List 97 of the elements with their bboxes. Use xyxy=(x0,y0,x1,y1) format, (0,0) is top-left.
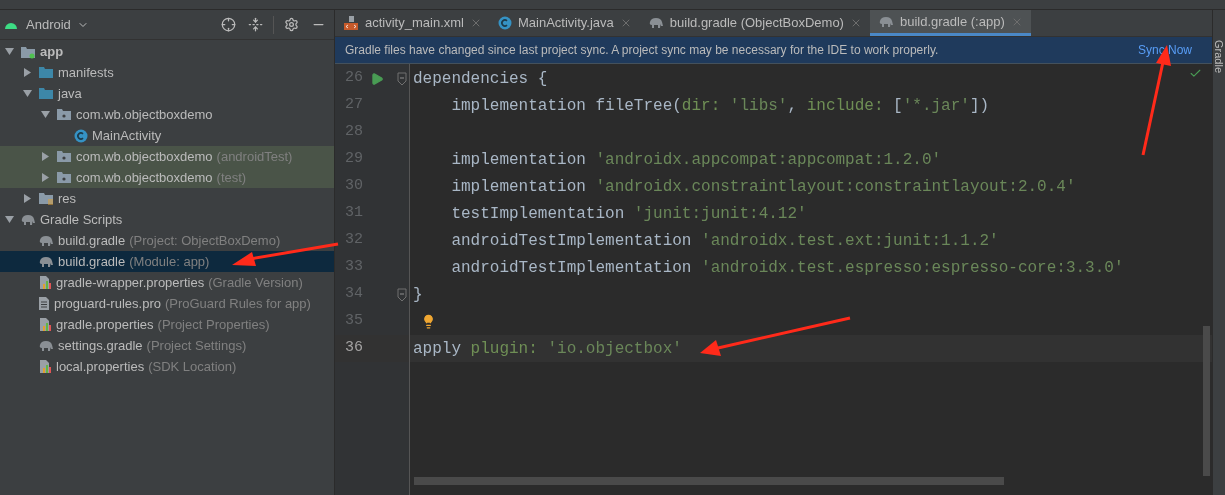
code-line: implementation 'androidx.appcompat:appcompat:1.2.0' xyxy=(450,149,942,171)
code-line: implementation fileTree(dir: 'libs', include: ['*.jar']) xyxy=(450,95,990,117)
tree-item[interactable]: java xyxy=(0,83,334,104)
properties-file-icon xyxy=(38,359,52,374)
banner-message: Gradle files have changed since last project sync. A project sync may be necessary for the IDE to work properly. xyxy=(345,42,939,59)
item-hint: (Module: app) xyxy=(129,252,210,271)
tree-item[interactable]: com.wb.objectboxdemo xyxy=(0,104,334,125)
item-hint: (Project: ObjectBoxDemo) xyxy=(129,231,281,250)
collapsed-arrow-icon[interactable] xyxy=(22,194,32,203)
item-label: Gradle Scripts xyxy=(40,210,123,229)
package-folder-icon xyxy=(56,150,72,163)
tree-item[interactable]: build.gradle (Project: ObjectBoxDemo) xyxy=(0,230,334,251)
resource-folder-icon xyxy=(38,191,54,206)
fold-marker-icon[interactable] xyxy=(397,71,407,86)
item-label: app xyxy=(40,42,64,61)
line-number: 36 xyxy=(344,338,363,359)
code-line: apply plugin: 'io.objectbox' xyxy=(413,338,682,360)
module-folder-icon xyxy=(20,44,36,59)
lightbulb-icon[interactable] xyxy=(421,314,436,329)
elephant-icon xyxy=(38,234,54,247)
item-label: com.wb.objectboxdemo xyxy=(76,105,213,124)
item-label: java xyxy=(58,84,82,103)
collapse-all-icon[interactable] xyxy=(248,17,263,32)
tree-item[interactable]: manifests xyxy=(0,62,334,83)
tree-item[interactable]: proguard-rules.pro (ProGuard Rules for app) xyxy=(0,293,334,314)
elephant-icon xyxy=(877,15,894,28)
settings-icon[interactable] xyxy=(284,17,299,32)
folder-icon xyxy=(38,66,54,79)
folder-icon xyxy=(38,87,54,100)
item-label: gradle.properties xyxy=(56,315,154,334)
check-icon xyxy=(1189,67,1202,80)
layout-file-icon xyxy=(343,15,359,31)
fold-marker-icon[interactable] xyxy=(397,287,407,302)
tree-item[interactable]: build.gradle (Module: app) xyxy=(0,251,334,272)
tree-item[interactable]: MainActivity xyxy=(0,125,334,146)
editor-tab[interactable]: MainActivity.java xyxy=(489,10,640,36)
package-folder-icon xyxy=(56,108,72,121)
class-icon xyxy=(497,16,512,30)
tree-item[interactable]: com.wb.objectboxdemo (test) xyxy=(0,167,334,188)
item-label: MainActivity xyxy=(92,126,162,145)
tree-item[interactable]: com.wb.objectboxdemo (androidTest) xyxy=(0,146,334,167)
code-line: implementation 'androidx.constraintlayout:constraintlayout:2.0.4' xyxy=(450,176,1076,198)
sync-now-link[interactable]: Sync Now xyxy=(1137,41,1192,59)
item-label: proguard-rules.pro xyxy=(54,294,161,313)
expanded-arrow-icon[interactable] xyxy=(40,110,50,119)
item-hint: (SDK Location) xyxy=(148,357,237,376)
code-line: dependencies { xyxy=(413,68,548,90)
item-label: local.properties xyxy=(56,357,145,376)
item-label: res xyxy=(58,189,77,208)
item-label: build.gradle xyxy=(58,231,126,250)
item-label: settings.gradle xyxy=(58,336,143,355)
item-hint: (androidTest) xyxy=(216,147,293,166)
properties-file-icon xyxy=(38,317,52,332)
tree-item[interactable]: Gradle Scripts xyxy=(0,209,334,230)
collapsed-arrow-icon[interactable] xyxy=(40,173,50,182)
item-hint: (test) xyxy=(216,168,247,187)
item-hint: (Project Settings) xyxy=(146,336,247,355)
tree-item[interactable]: gradle-wrapper.properties (Gradle Version) xyxy=(0,272,334,293)
expanded-arrow-icon[interactable] xyxy=(4,215,14,224)
item-label: com.wb.objectboxdemo xyxy=(76,168,213,187)
editor-tab[interactable]: build.gradle (:app) xyxy=(869,10,1031,36)
code-line: } xyxy=(413,284,423,306)
elephant-icon xyxy=(20,213,36,226)
item-label: build.gradle xyxy=(58,252,126,271)
elephant-icon xyxy=(38,339,54,352)
file-icon xyxy=(38,296,50,311)
tree-item[interactable]: gradle.properties (Project Properties) xyxy=(0,314,334,335)
locate-icon[interactable] xyxy=(221,17,236,32)
view-dropdown[interactable]: Android xyxy=(26,14,89,35)
expanded-arrow-icon[interactable] xyxy=(22,89,32,98)
item-label: manifests xyxy=(58,63,114,82)
elephant-icon xyxy=(38,255,54,268)
collapsed-arrow-icon[interactable] xyxy=(22,68,32,77)
code-line: testImplementation 'junit:junit:4.12' xyxy=(450,203,807,225)
package-folder-icon xyxy=(56,171,72,184)
class-icon xyxy=(74,128,88,143)
expanded-arrow-icon[interactable] xyxy=(4,47,14,56)
item-label: com.wb.objectboxdemo xyxy=(76,147,213,166)
code-line: androidTestImplementation 'androidx.test.espresso:espresso-core:3.3.0' xyxy=(450,257,1124,279)
code-line: androidTestImplementation 'androidx.test.ext:junit:1.1.2' xyxy=(450,230,999,252)
tree-item[interactable]: res xyxy=(0,188,334,209)
vertical-scrollbar[interactable] xyxy=(1203,326,1210,476)
item-hint: (Project Properties) xyxy=(157,315,270,334)
item-label: gradle-wrapper.properties xyxy=(56,273,205,292)
elephant-icon xyxy=(647,17,664,29)
horizontal-scrollbar[interactable] xyxy=(414,477,1004,485)
tree-item[interactable]: app xyxy=(0,41,334,62)
properties-file-icon xyxy=(38,275,52,290)
editor-tab[interactable]: activity_main.xml xyxy=(335,10,490,36)
gradle-tool-tab[interactable]: Gradle xyxy=(1210,40,1225,74)
collapsed-arrow-icon[interactable] xyxy=(40,152,50,161)
tree-item[interactable]: local.properties (SDK Location) xyxy=(0,356,334,377)
item-hint: (Gradle Version) xyxy=(208,273,303,292)
run-icon[interactable] xyxy=(370,71,384,86)
editor-tab[interactable]: build.gradle (ObjectBoxDemo) xyxy=(639,10,870,36)
item-hint: (ProGuard Rules for app) xyxy=(164,294,311,313)
tree-item[interactable]: settings.gradle (Project Settings) xyxy=(0,335,334,356)
